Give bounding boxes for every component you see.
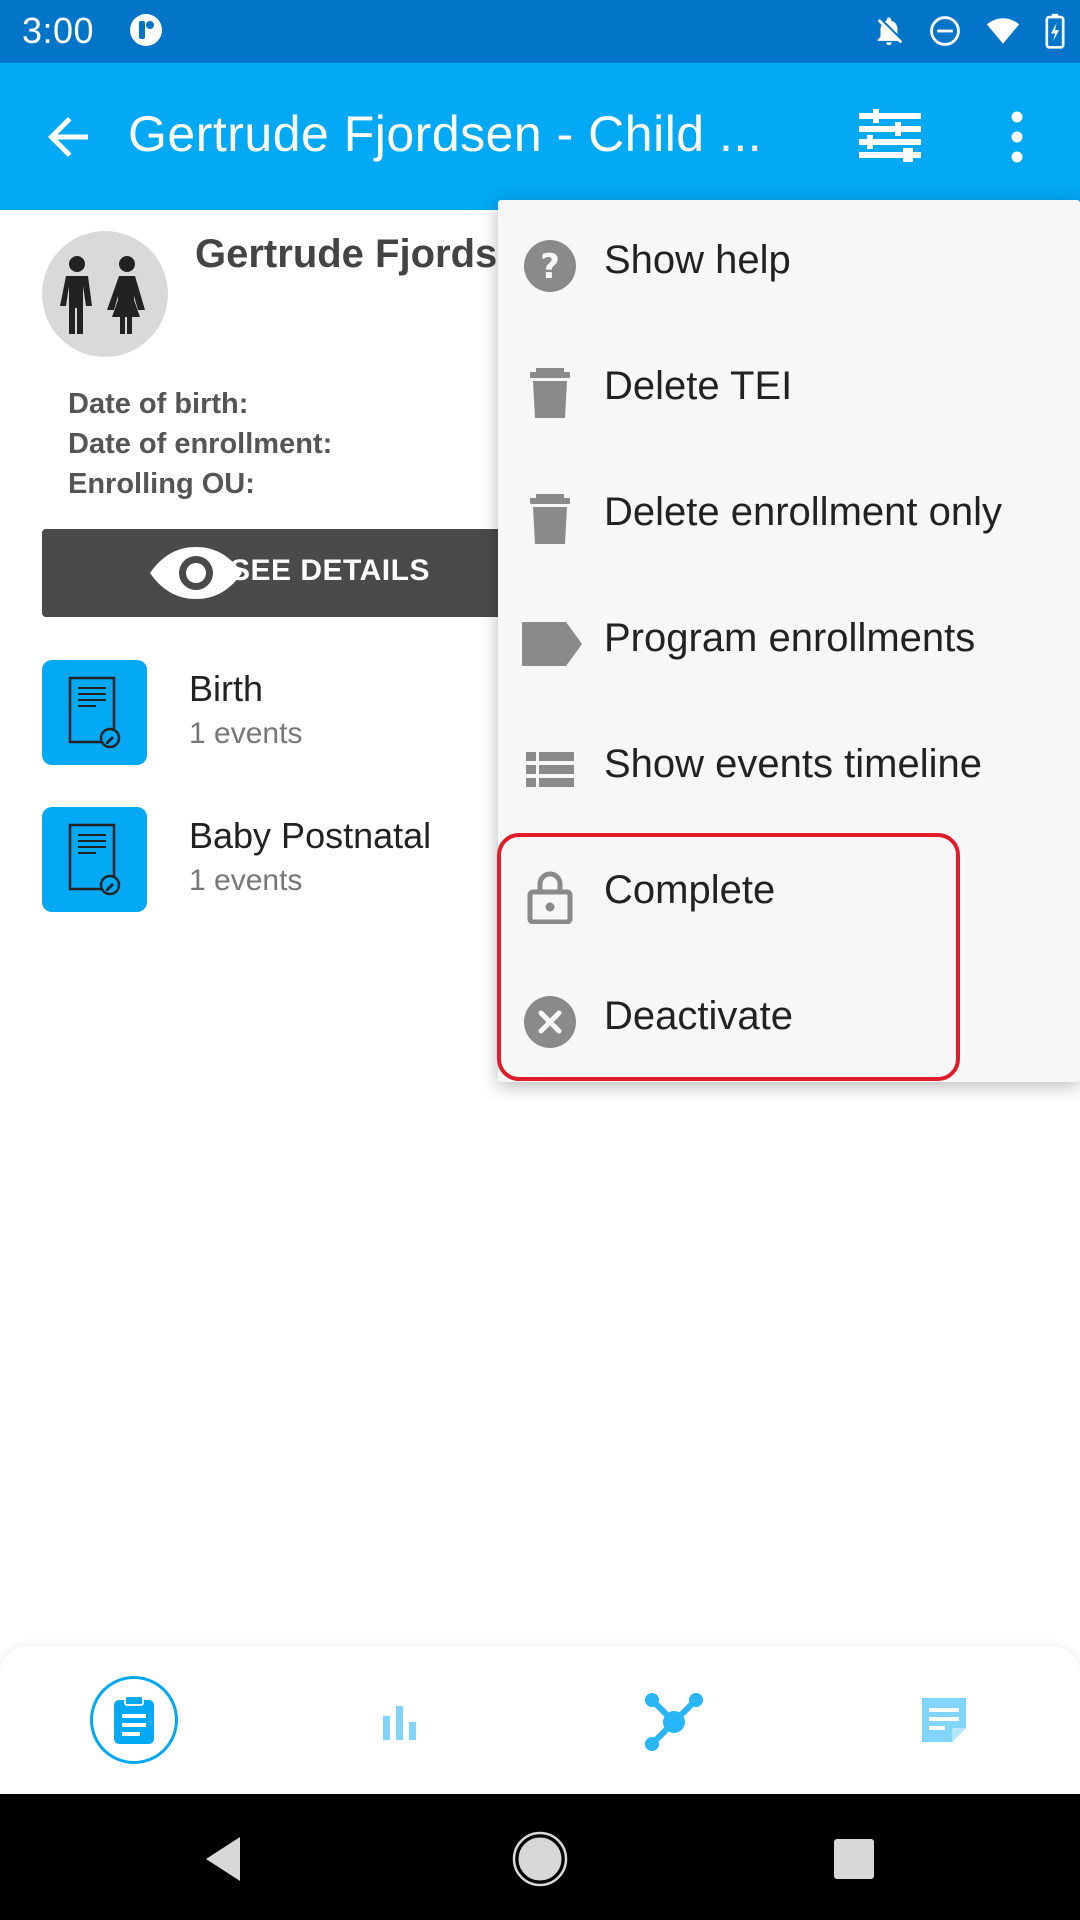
menu-item-delete-enrollment[interactable]: Delete enrollment only	[498, 452, 1080, 578]
system-navigation-bar	[0, 1794, 1080, 1920]
delete-icon	[530, 494, 570, 544]
menu-item-delete-tei[interactable]: Delete TEI	[498, 326, 1080, 452]
tab-details[interactable]	[108, 1694, 160, 1746]
svg-text:?: ?	[540, 247, 560, 287]
tab-notes[interactable]	[918, 1694, 970, 1746]
see-details-label: SEE DETAILS	[230, 554, 430, 587]
people-icon	[60, 256, 145, 334]
menu-item-show-help[interactable]: ? Show help	[498, 200, 1080, 326]
list-icon	[526, 752, 574, 787]
app-bar: Gertrude Fjordsen - Child ...	[0, 63, 1080, 210]
date-of-enrollment-label: Date of enrollment:	[68, 428, 333, 460]
stage-form-icon	[42, 807, 147, 912]
do-not-disturb-icon	[930, 16, 960, 46]
tei-details-icon	[114, 1695, 154, 1744]
status-time: 3:00	[22, 10, 95, 51]
app-notification-icon	[130, 14, 162, 46]
status-bar: 3:00	[0, 0, 1080, 63]
stage-name: Birth	[189, 668, 264, 709]
relationships-icon	[645, 1693, 703, 1751]
stage-name: Baby Postnatal	[189, 815, 432, 856]
wifi-icon	[986, 18, 1020, 44]
menu-item-program-enrollments[interactable]: Program enrollments	[498, 578, 1080, 704]
enrolling-ou-label: Enrolling OU:	[68, 468, 255, 500]
menu-item-label: Delete enrollment only	[604, 490, 1002, 534]
label-icon	[522, 622, 582, 666]
analytics-icon	[383, 1706, 416, 1740]
system-back-icon[interactable]	[198, 1831, 254, 1887]
stage-count: 1 events	[189, 717, 303, 750]
delete-icon	[530, 368, 570, 418]
menu-item-label: Show events timeline	[604, 742, 982, 786]
stage-form-icon	[42, 660, 147, 765]
tab-analytics[interactable]	[378, 1700, 422, 1744]
menu-item-events-timeline[interactable]: Show events timeline	[498, 704, 1080, 830]
battery-charging-icon	[1045, 13, 1065, 49]
stage-count: 1 events	[189, 864, 303, 897]
menu-item-label: Program enrollments	[604, 616, 976, 660]
page-title: Gertrude Fjordsen - Child ...	[128, 106, 763, 162]
highlight-annotation	[497, 833, 960, 1081]
system-recents-icon[interactable]	[826, 1831, 882, 1887]
notifications-off-icon	[877, 17, 903, 46]
bottom-navigation	[0, 1646, 1080, 1794]
menu-item-label: Show help	[604, 238, 791, 282]
help-icon: ?	[524, 240, 576, 292]
notes-icon	[922, 1698, 966, 1742]
avatar	[42, 231, 168, 357]
status-icons	[872, 10, 1066, 52]
arrow-back-icon[interactable]	[38, 107, 98, 167]
menu-item-label: Delete TEI	[604, 364, 793, 408]
tei-name: Gertrude Fjords	[195, 232, 498, 276]
more-vert-icon[interactable]	[1000, 107, 1034, 167]
system-home-icon[interactable]	[512, 1831, 568, 1887]
filter-icon[interactable]	[855, 107, 925, 167]
date-of-birth-label: Date of birth:	[68, 388, 249, 420]
tab-relationships[interactable]	[642, 1690, 706, 1754]
